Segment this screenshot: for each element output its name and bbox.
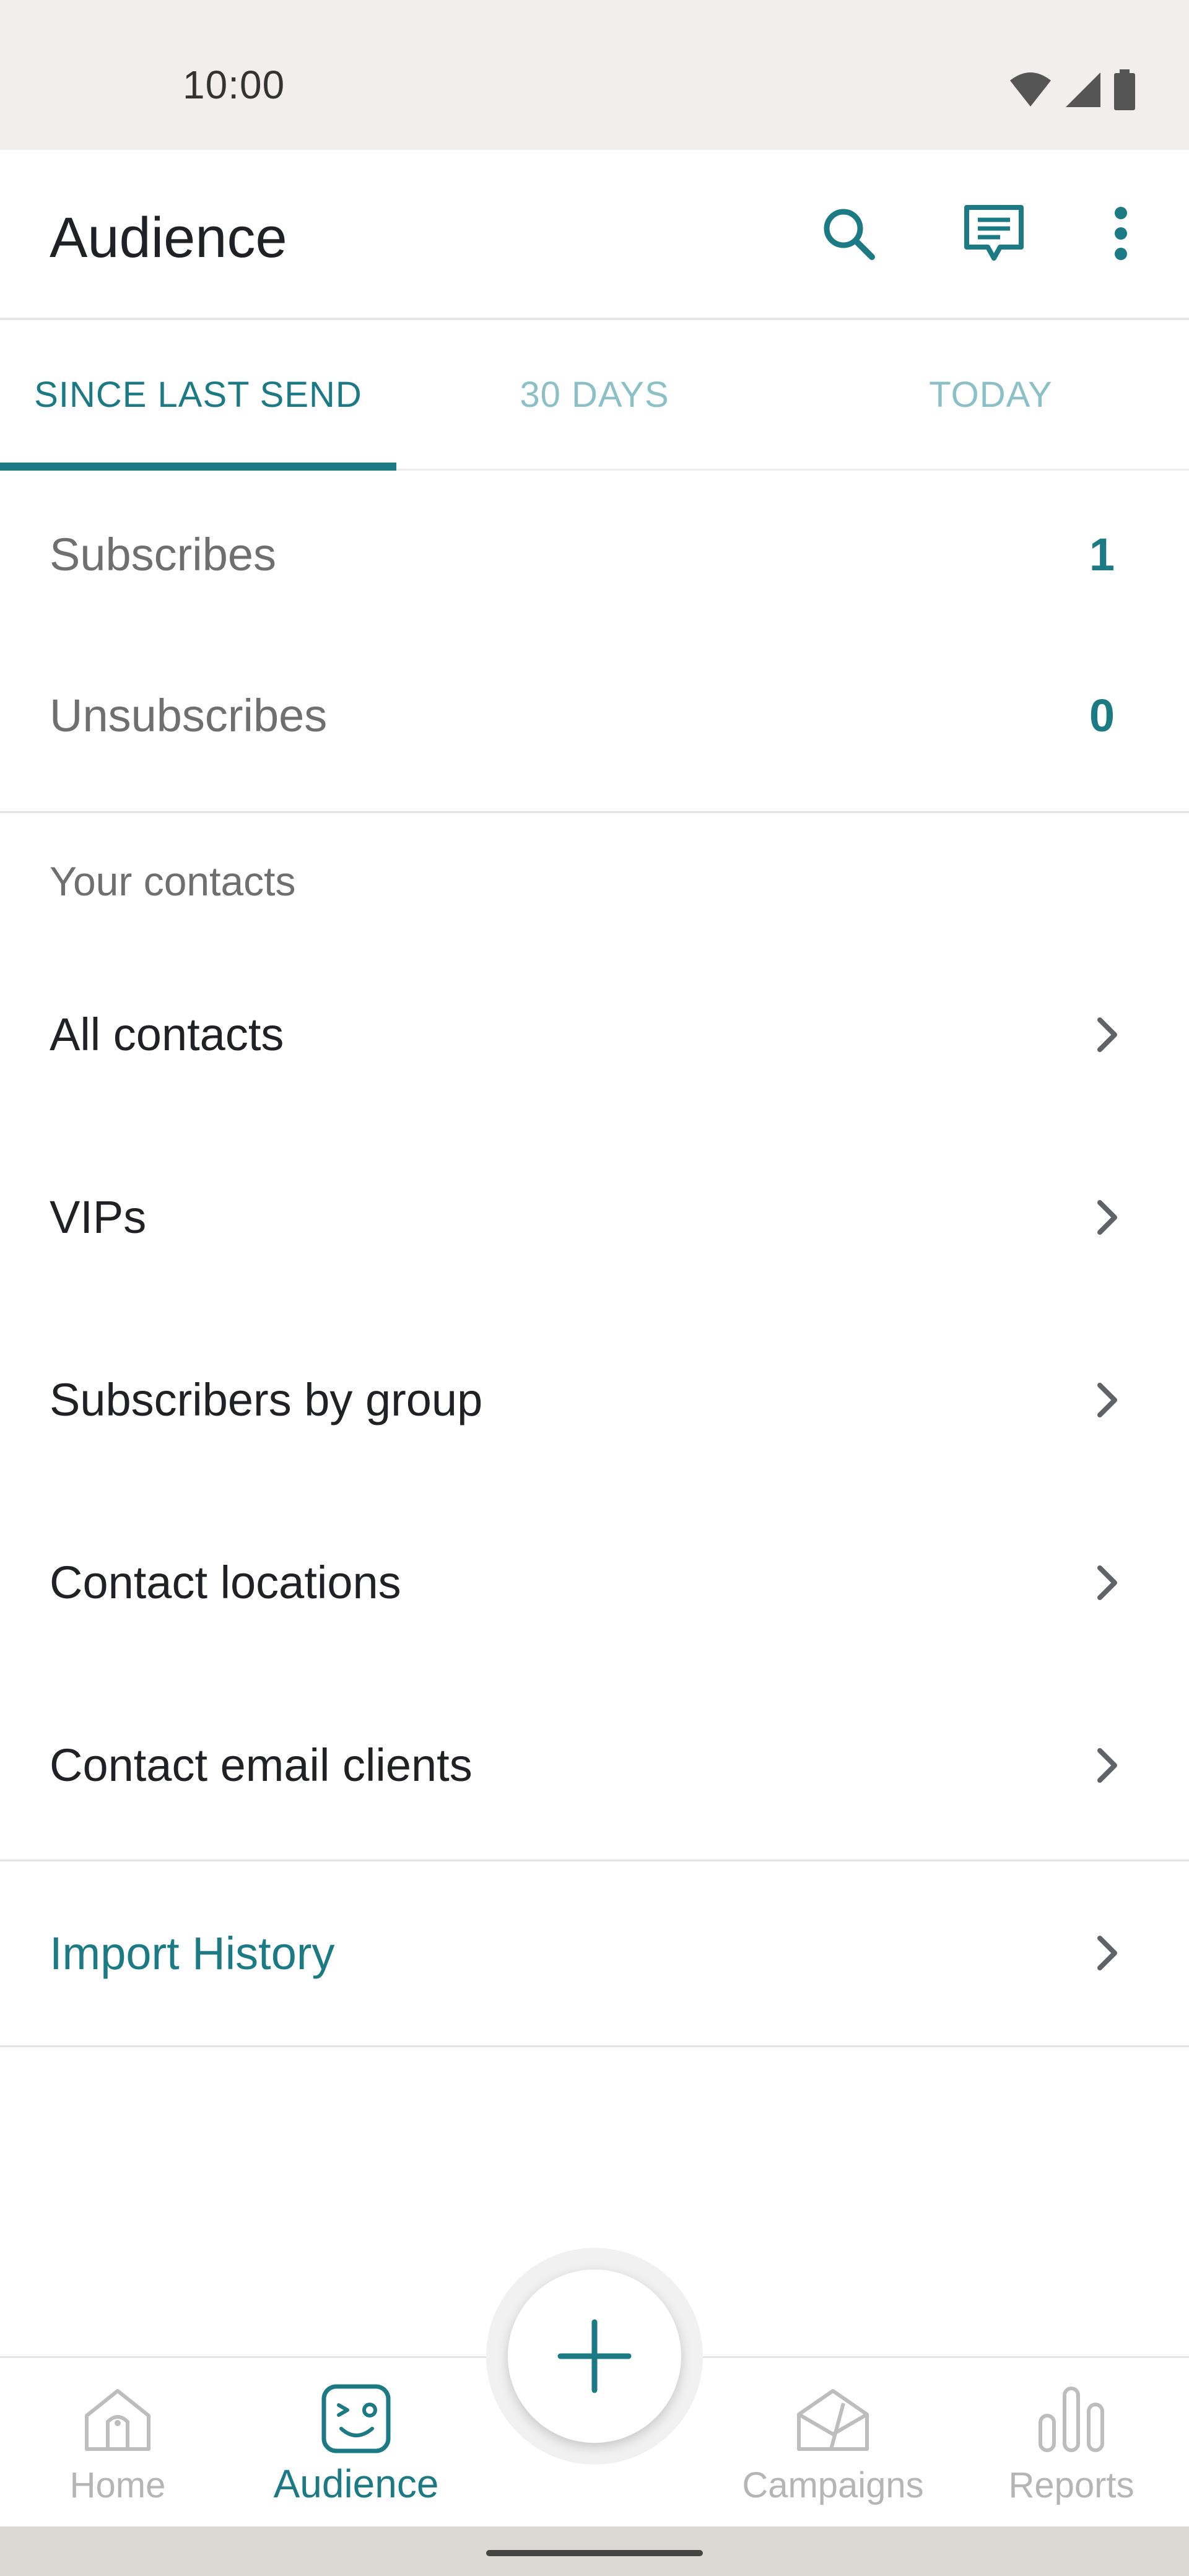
list-item-label: Contact email clients [50, 1739, 473, 1791]
list-item-all-contacts[interactable]: All contacts [0, 943, 1189, 1126]
reports-bar-icon [1035, 2382, 1107, 2456]
chevron-right-icon [1094, 1563, 1121, 1603]
stat-value: 1 [1089, 528, 1115, 580]
list-item-label: VIPs [50, 1191, 147, 1243]
list-item-contact-email-clients[interactable]: Contact email clients [0, 1674, 1189, 1856]
tab-today[interactable]: TODAY [793, 320, 1189, 469]
feedback-button[interactable] [954, 193, 1034, 274]
audience-face-icon [320, 2382, 392, 2456]
stat-row-unsubscribes: Unsubscribes 0 [0, 635, 1189, 796]
stat-label: Unsubscribes [50, 689, 328, 741]
status-time: 10:00 [183, 63, 285, 107]
list-item-label: Contact locations [50, 1557, 401, 1608]
campaigns-icon [794, 2382, 872, 2456]
tab-since-last-send[interactable]: SINCE LAST SEND [0, 320, 396, 471]
list-item-contact-locations[interactable]: Contact locations [0, 1491, 1189, 1674]
time-range-tabs: SINCE LAST SEND 30 DAYS TODAY [0, 320, 1189, 471]
chevron-right-icon [1094, 1380, 1121, 1420]
list-item-vips[interactable]: VIPs [0, 1126, 1189, 1308]
stat-label: Subscribes [50, 528, 277, 580]
more-options-button[interactable] [1081, 193, 1161, 274]
section-header-your-contacts: Your contacts [50, 858, 296, 904]
stat-value: 0 [1089, 689, 1115, 741]
stat-row-subscribes: Subscribes 1 [0, 474, 1189, 635]
battery-icon [1114, 69, 1135, 110]
cellular-signal-icon [1066, 72, 1100, 107]
status-bar: 10:00 [0, 0, 1189, 150]
divider [0, 811, 1189, 813]
divider [0, 2045, 1189, 2047]
list-item-import-history[interactable]: Import History [0, 1861, 1189, 2045]
nav-label: Home [69, 2465, 166, 2505]
list-item-subscribers-by-group[interactable]: Subscribers by group [0, 1308, 1189, 1491]
feedback-message-icon [964, 205, 1024, 261]
create-fab-button[interactable] [508, 2269, 681, 2443]
list-item-label: Import History [50, 1927, 335, 1979]
wifi-icon [1010, 72, 1051, 107]
home-icon [81, 2382, 155, 2456]
more-vert-icon [1115, 207, 1127, 260]
list-item-label: All contacts [50, 1009, 284, 1060]
nav-label: Audience [273, 2461, 439, 2506]
nav-label: Reports [1008, 2465, 1135, 2505]
plus-icon [557, 2319, 632, 2393]
chevron-right-icon [1094, 1933, 1121, 1973]
chevron-right-icon [1094, 1198, 1121, 1237]
audience-screen: 10:00 Audience SINCE LAST SEND 30 DAYS T… [0, 0, 1189, 2576]
page-title: Audience [50, 206, 287, 269]
nav-label: Campaigns [742, 2465, 924, 2505]
nav-item-audience[interactable]: Audience [260, 2358, 452, 2528]
chevron-right-icon [1094, 1746, 1121, 1785]
status-icons [1009, 69, 1136, 110]
search-button[interactable] [808, 193, 889, 274]
list-item-label: Subscribers by group [50, 1374, 483, 1425]
nav-item-home[interactable]: Home [43, 2358, 192, 2528]
tab-30-days[interactable]: 30 DAYS [396, 320, 793, 469]
chevron-right-icon [1094, 1015, 1121, 1055]
nav-item-campaigns[interactable]: Campaigns [731, 2358, 935, 2528]
nav-item-reports[interactable]: Reports [997, 2358, 1146, 2528]
app-bar: Audience [0, 150, 1189, 320]
search-icon [824, 209, 875, 260]
gesture-handle[interactable] [486, 2550, 703, 2556]
